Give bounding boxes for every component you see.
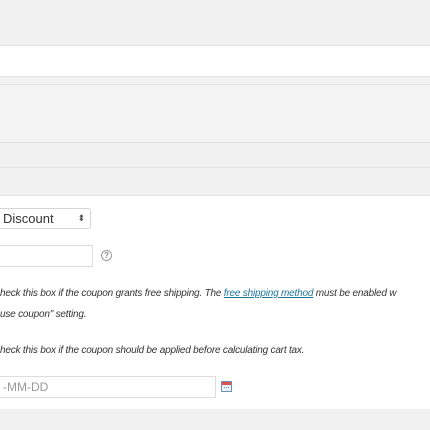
coupon-amount-input[interactable] [0, 245, 93, 267]
free-shipping-description-suffix: must be enabled w [313, 288, 397, 299]
discount-type-select[interactable]: Discount ⬍ [0, 208, 91, 229]
expiry-date-input[interactable]: -MM-DD [0, 376, 216, 398]
top-band [0, 0, 430, 45]
content-panel-upper [0, 84, 430, 143]
apply-before-tax-description: heck this box if the coupon should be ap… [0, 345, 305, 356]
calendar-icon[interactable] [221, 381, 232, 392]
discount-type-value: Discount [3, 211, 54, 226]
free-shipping-description: heck this box if the coupon grants free … [0, 288, 397, 299]
free-shipping-description-prefix: heck this box if the coupon grants free … [0, 288, 224, 299]
bottom-band [0, 409, 430, 430]
section-divider [0, 142, 430, 168]
help-tip-icon[interactable]: ? [101, 250, 112, 261]
free-shipping-description-line2: use coupon" setting. [0, 309, 87, 320]
header-panel [0, 45, 430, 77]
select-arrows-icon: ⬍ [77, 213, 85, 223]
free-shipping-method-link[interactable]: free shipping method [224, 288, 314, 299]
